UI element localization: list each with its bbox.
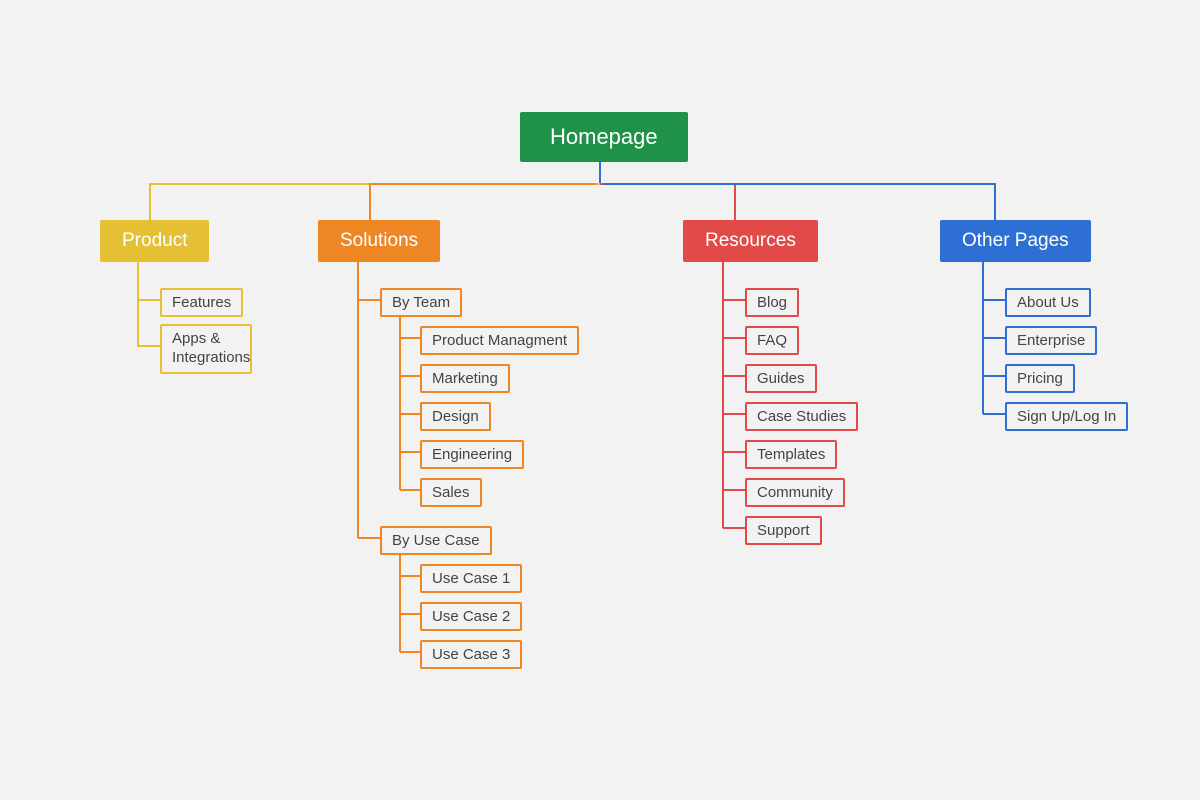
section-product: Product	[100, 220, 209, 262]
leaf-label: Pricing	[1017, 370, 1063, 387]
leaf-label: Design	[432, 408, 479, 425]
section-other-label: Other Pages	[962, 230, 1069, 251]
leaf-use-case-3: Use Case 3	[420, 640, 522, 669]
leaf-label: Blog	[757, 294, 787, 311]
leaf-about-us: About Us	[1005, 288, 1091, 317]
leaf-label: Product Managment	[432, 332, 567, 349]
leaf-features: Features	[160, 288, 243, 317]
section-product-label: Product	[122, 230, 187, 251]
leaf-pricing: Pricing	[1005, 364, 1075, 393]
leaf-label: Sales	[432, 484, 470, 501]
leaf-enterprise: Enterprise	[1005, 326, 1097, 355]
section-resources-label: Resources	[705, 230, 796, 251]
leaf-apps-integrations: Apps & Integrations	[160, 324, 252, 374]
leaf-label: Enterprise	[1017, 332, 1085, 349]
leaf-label: FAQ	[757, 332, 787, 349]
group-by-team: By Team	[380, 288, 462, 317]
leaf-marketing: Marketing	[420, 364, 510, 393]
leaf-product-management: Product Managment	[420, 326, 579, 355]
leaf-use-case-1: Use Case 1	[420, 564, 522, 593]
group-label: By Team	[392, 294, 450, 311]
leaf-case-studies: Case Studies	[745, 402, 858, 431]
section-resources: Resources	[683, 220, 818, 262]
leaf-guides: Guides	[745, 364, 817, 393]
leaf-label: Case Studies	[757, 408, 846, 425]
leaf-label: Use Case 2	[432, 608, 510, 625]
leaf-label: About Us	[1017, 294, 1079, 311]
leaf-label: Use Case 1	[432, 570, 510, 587]
section-solutions-label: Solutions	[340, 230, 418, 251]
group-by-use-case: By Use Case	[380, 526, 492, 555]
root-label: Homepage	[550, 124, 658, 149]
leaf-signup-login: Sign Up/Log In	[1005, 402, 1128, 431]
leaf-label: Sign Up/Log In	[1017, 408, 1116, 425]
leaf-label: Features	[172, 294, 231, 311]
leaf-faq: FAQ	[745, 326, 799, 355]
leaf-community: Community	[745, 478, 845, 507]
section-solutions: Solutions	[318, 220, 440, 262]
root-homepage: Homepage	[520, 112, 688, 162]
leaf-label: Guides	[757, 370, 805, 387]
leaf-blog: Blog	[745, 288, 799, 317]
leaf-engineering: Engineering	[420, 440, 524, 469]
leaf-label: Apps & Integrations	[172, 330, 250, 366]
leaf-templates: Templates	[745, 440, 837, 469]
leaf-label: Community	[757, 484, 833, 501]
leaf-label: Support	[757, 522, 810, 539]
leaf-label: Engineering	[432, 446, 512, 463]
leaf-design: Design	[420, 402, 491, 431]
sitemap-diagram: Homepage Product Solutions Resources Oth…	[0, 0, 1200, 800]
leaf-support: Support	[745, 516, 822, 545]
leaf-label: Use Case 3	[432, 646, 510, 663]
group-label: By Use Case	[392, 532, 480, 549]
leaf-label: Templates	[757, 446, 825, 463]
section-other: Other Pages	[940, 220, 1091, 262]
leaf-label: Marketing	[432, 370, 498, 387]
leaf-sales: Sales	[420, 478, 482, 507]
leaf-use-case-2: Use Case 2	[420, 602, 522, 631]
